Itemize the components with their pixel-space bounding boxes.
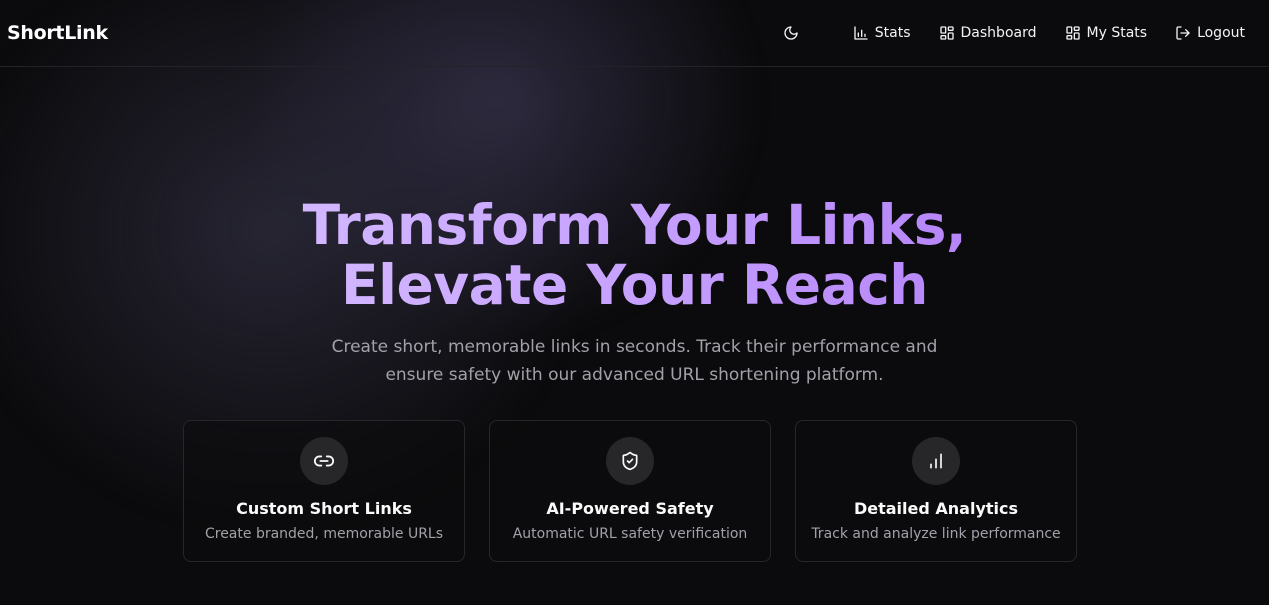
hero-subtitle: Create short, memorable links in seconds… xyxy=(331,337,938,385)
shield-check-icon xyxy=(622,451,638,471)
bar-chart-icon xyxy=(854,26,868,40)
feature-description: Create branded, memorable URLs xyxy=(204,526,444,542)
feature-cards: Custom Short Links Create branded, memor… xyxy=(183,420,1077,562)
feature-icon-wrapper xyxy=(606,437,654,485)
grid-icon xyxy=(1065,26,1080,40)
grid-icon xyxy=(939,26,954,40)
feature-icon-wrapper xyxy=(912,437,960,485)
feature-card-custom-links: Custom Short Links Create branded, memor… xyxy=(183,420,465,562)
link-icon xyxy=(313,455,335,467)
nav-dashboard-label: Dashboard xyxy=(960,25,1037,41)
main-nav: Stats Dashboard My Stats Logout xyxy=(777,19,1245,47)
bar-chart-icon xyxy=(930,453,942,469)
nav-logout-link[interactable]: Logout xyxy=(1175,25,1245,41)
top-navbar: ShortLink Stats Dashboard My Stats Logou… xyxy=(0,0,1269,67)
theme-toggle-button[interactable] xyxy=(777,19,805,47)
logo[interactable]: ShortLink xyxy=(7,22,108,44)
hero-headline: Transform Your Links, Elevate Your Reach xyxy=(0,195,1269,315)
feature-description: Automatic URL safety verification xyxy=(512,526,748,542)
nav-stats-label: Stats xyxy=(874,25,911,41)
hero-section: Transform Your Links, Elevate Your Reach… xyxy=(0,195,1269,389)
feature-card-analytics: Detailed Analytics Track and analyze lin… xyxy=(795,420,1077,562)
nav-my-stats-label: My Stats xyxy=(1086,25,1148,41)
nav-dashboard-link[interactable]: Dashboard xyxy=(939,25,1037,41)
feature-title: Detailed Analytics xyxy=(853,499,1019,518)
feature-icon-wrapper xyxy=(300,437,348,485)
feature-description: Track and analyze link performance xyxy=(811,526,1061,542)
nav-logout-label: Logout xyxy=(1197,25,1245,41)
feature-title: Custom Short Links xyxy=(236,499,412,518)
logout-icon xyxy=(1176,26,1190,40)
headline-line-2: Elevate Your Reach xyxy=(341,253,928,317)
moon-icon xyxy=(784,26,798,40)
nav-stats-link[interactable]: Stats xyxy=(853,25,911,41)
nav-my-stats-link[interactable]: My Stats xyxy=(1065,25,1148,41)
feature-title: AI-Powered Safety xyxy=(546,499,714,518)
headline-line-1: Transform Your Links, xyxy=(302,193,967,257)
feature-card-ai-safety: AI-Powered Safety Automatic URL safety v… xyxy=(489,420,771,562)
